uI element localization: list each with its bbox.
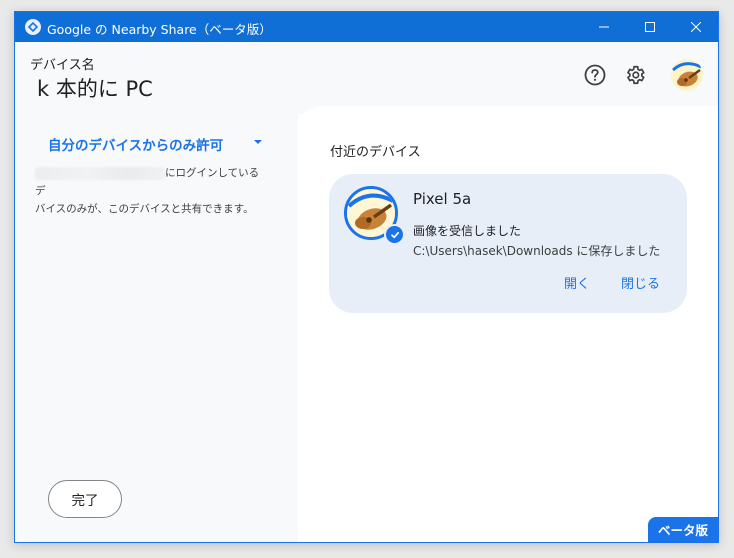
avatar-guitar-icon: [671, 59, 703, 91]
chevron-down-icon: [254, 140, 262, 144]
minimize-icon: [599, 26, 609, 28]
beta-badge: ベータ版: [648, 517, 718, 542]
device-card: Pixel 5a 画像を受信しました C:\Users\hasek\Downlo…: [329, 174, 687, 313]
visibility-dropdown-label: 自分のデバイスからのみ許可: [48, 138, 224, 154]
minimize-button[interactable]: [581, 12, 627, 42]
redacted-account: [35, 166, 165, 180]
nearby-devices-title: 付近のデバイス: [330, 145, 421, 160]
account-avatar[interactable]: [671, 59, 703, 91]
visibility-dropdown[interactable]: 自分のデバイスからのみ許可: [48, 134, 262, 154]
description-line-2: バイスのみが、このデバイスと共有できます。: [35, 203, 254, 215]
help-icon: [584, 64, 606, 86]
device-card-status: 画像を受信しました: [413, 224, 522, 238]
nearby-devices-panel: 付近のデバイス Pixel 5a 画像を受信しました C:\Users\hase…: [298, 106, 718, 542]
open-button[interactable]: 開く: [564, 273, 590, 292]
help-button[interactable]: [583, 63, 607, 87]
close-window-button[interactable]: [673, 12, 718, 42]
left-panel: 自分のデバイスからのみ許可 にログインしているデ バイスのみが、このデバイスと共…: [15, 114, 298, 542]
done-button[interactable]: 完了: [48, 480, 122, 518]
nearby-share-window: Google の Nearby Share（ベータ版） デバイス名 k 本的に …: [14, 11, 719, 543]
device-name: k 本的に PC: [37, 77, 153, 101]
nearby-share-app-icon: [25, 19, 41, 35]
window-title: Google の Nearby Share（ベータ版）: [47, 22, 272, 37]
dismiss-button[interactable]: 閉じる: [621, 273, 660, 292]
visibility-description: にログインしているデ バイスのみが、このデバイスと共有できます。: [35, 164, 265, 218]
maximize-icon: [645, 22, 655, 32]
received-check-icon: [384, 224, 405, 245]
gear-icon: [627, 65, 645, 85]
device-card-path: C:\Users\hasek\Downloads に保存しました: [413, 244, 661, 258]
maximize-button[interactable]: [627, 12, 673, 42]
device-name-caption: デバイス名: [30, 58, 95, 73]
device-card-name: Pixel 5a: [413, 190, 472, 208]
title-bar[interactable]: Google の Nearby Share（ベータ版）: [15, 12, 718, 42]
header: デバイス名 k 本的に PC: [15, 42, 718, 114]
settings-button[interactable]: [623, 63, 647, 87]
close-icon: [691, 22, 701, 32]
